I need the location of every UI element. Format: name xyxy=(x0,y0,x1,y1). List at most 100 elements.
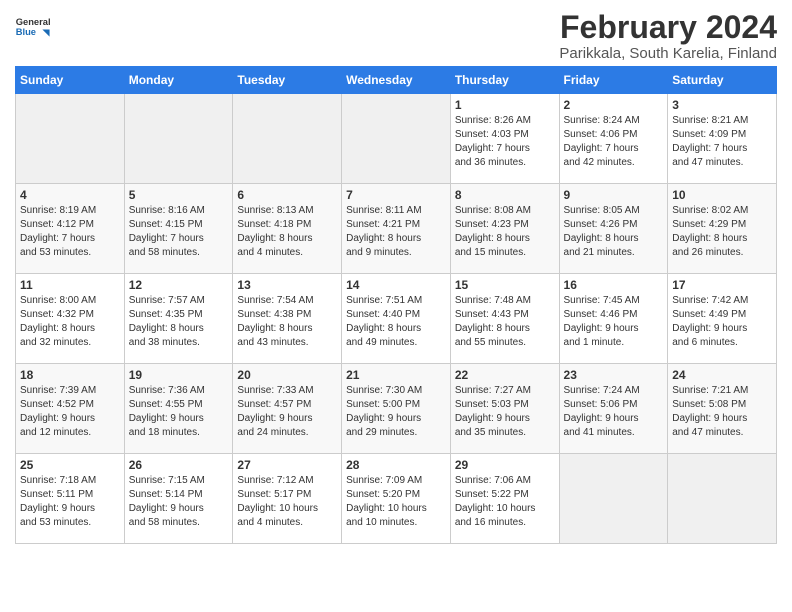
calendar-cell: 26Sunrise: 7:15 AM Sunset: 5:14 PM Dayli… xyxy=(124,454,233,544)
calendar-cell: 25 Sunrise: 7:18 AM Sunset: 5:11 PM Dayli… xyxy=(16,454,125,544)
calendar-cell: 7 Sunrise: 8:11 AM Sunset: 4:21 PM Daylig… xyxy=(342,184,451,274)
calendar-cell xyxy=(559,454,668,544)
day-info: Sunrise: 8:02 AM Sunset: 4:29 PM Dayligh… xyxy=(672,204,772,260)
day-info: Sunrise: 8:21 AM Sunset: 4:09 PM Dayligh… xyxy=(672,114,772,170)
day-number: 14 xyxy=(346,278,446,292)
calendar-cell: 5Sunrise: 8:16 AM Sunset: 4:15 PM Daylig… xyxy=(124,184,233,274)
weekday-header-cell: Monday xyxy=(124,67,233,94)
calendar-cell: 11 Sunrise: 8:00 AM Sunset: 4:32 PM Dayli… xyxy=(16,274,125,364)
calendar-cell: 6 Sunrise: 8:13 AM Sunset: 4:18 PM Daylig… xyxy=(233,184,342,274)
day-info: Sunrise: 7:12 AM Sunset: 5:17 PM Dayligh… xyxy=(237,474,337,530)
weekday-header-cell: Wednesday xyxy=(342,67,451,94)
day-info: Sunrise: 7:45 AM Sunset: 4:46 PM Dayligh… xyxy=(564,294,664,350)
day-number: 29 xyxy=(455,458,555,472)
day-number: 16 xyxy=(564,278,664,292)
day-info: Sunrise: 7:42 AM Sunset: 4:49 PM Dayligh… xyxy=(672,294,772,350)
day-info: Sunrise: 8:13 AM Sunset: 4:18 PM Dayligh… xyxy=(237,204,337,260)
calendar-cell: 19 Sunrise: 7:36 AM Sunset: 4:55 PM Dayli… xyxy=(124,364,233,454)
calendar-cell: 8 Sunrise: 8:08 AM Sunset: 4:23 PM Daylig… xyxy=(450,184,559,274)
weekday-header-cell: Friday xyxy=(559,67,668,94)
day-info: Sunrise: 7:21 AM Sunset: 5:08 PM Dayligh… xyxy=(672,384,772,440)
calendar-cell: 29 Sunrise: 7:06 AM Sunset: 5:22 PM Dayli… xyxy=(450,454,559,544)
day-number: 24 xyxy=(672,368,772,382)
day-info: Sunrise: 7:09 AM Sunset: 5:20 PM Dayligh… xyxy=(346,474,446,530)
day-info: Sunrise: 7:36 AM Sunset: 4:55 PM Dayligh… xyxy=(129,384,229,440)
calendar-body: 1 Sunrise: 8:26 AM Sunset: 4:03 PM Daylig… xyxy=(16,94,777,544)
page-header: General Blue February 2024 Parikkala, So… xyxy=(15,10,777,62)
calendar-week-row: 25 Sunrise: 7:18 AM Sunset: 5:11 PM Dayli… xyxy=(16,454,777,544)
day-number: 25 xyxy=(20,458,120,472)
month-year-title: February 2024 xyxy=(559,10,777,45)
calendar-cell xyxy=(342,94,451,184)
location-subtitle: Parikkala, South Karelia, Finland xyxy=(559,45,777,62)
day-number: 18 xyxy=(20,368,120,382)
svg-text:General: General xyxy=(16,17,51,27)
calendar-cell: 1 Sunrise: 8:26 AM Sunset: 4:03 PM Daylig… xyxy=(450,94,559,184)
calendar-cell: 16 Sunrise: 7:45 AM Sunset: 4:46 PM Dayli… xyxy=(559,274,668,364)
day-number: 21 xyxy=(346,368,446,382)
calendar-cell: 3 Sunrise: 8:21 AM Sunset: 4:09 PM Daylig… xyxy=(668,94,777,184)
calendar-cell: 24 Sunrise: 7:21 AM Sunset: 5:08 PM Dayli… xyxy=(668,364,777,454)
calendar-cell: 13 Sunrise: 7:54 AM Sunset: 4:38 PM Dayli… xyxy=(233,274,342,364)
day-info: Sunrise: 7:51 AM Sunset: 4:40 PM Dayligh… xyxy=(346,294,446,350)
day-info: Sunrise: 8:00 AM Sunset: 4:32 PM Dayligh… xyxy=(20,294,120,350)
day-info: Sunrise: 8:05 AM Sunset: 4:26 PM Dayligh… xyxy=(564,204,664,260)
weekday-header-row: SundayMondayTuesdayWednesdayThursdayFrid… xyxy=(16,67,777,94)
day-number: 27 xyxy=(237,458,337,472)
calendar-cell: 18 Sunrise: 7:39 AM Sunset: 4:52 PM Dayli… xyxy=(16,364,125,454)
day-info: Sunrise: 8:11 AM Sunset: 4:21 PM Dayligh… xyxy=(346,204,446,260)
calendar-cell: 15 Sunrise: 7:48 AM Sunset: 4:43 PM Dayli… xyxy=(450,274,559,364)
day-info: Sunrise: 7:27 AM Sunset: 5:03 PM Dayligh… xyxy=(455,384,555,440)
day-info: Sunrise: 7:18 AM Sunset: 5:11 PM Dayligh… xyxy=(20,474,120,530)
calendar-week-row: 4Sunrise: 8:19 AM Sunset: 4:12 PM Daylig… xyxy=(16,184,777,274)
calendar-table: SundayMondayTuesdayWednesdayThursdayFrid… xyxy=(15,66,777,544)
day-number: 23 xyxy=(564,368,664,382)
day-number: 13 xyxy=(237,278,337,292)
day-info: Sunrise: 8:26 AM Sunset: 4:03 PM Dayligh… xyxy=(455,114,555,170)
calendar-cell: 22 Sunrise: 7:27 AM Sunset: 5:03 PM Dayli… xyxy=(450,364,559,454)
day-info: Sunrise: 7:39 AM Sunset: 4:52 PM Dayligh… xyxy=(20,384,120,440)
day-info: Sunrise: 7:33 AM Sunset: 4:57 PM Dayligh… xyxy=(237,384,337,440)
calendar-cell xyxy=(668,454,777,544)
weekday-header-cell: Thursday xyxy=(450,67,559,94)
day-info: Sunrise: 7:06 AM Sunset: 5:22 PM Dayligh… xyxy=(455,474,555,530)
day-number: 11 xyxy=(20,278,120,292)
title-area: February 2024 Parikkala, South Karelia, … xyxy=(559,10,777,62)
day-number: 6 xyxy=(237,188,337,202)
day-info: Sunrise: 8:24 AM Sunset: 4:06 PM Dayligh… xyxy=(564,114,664,170)
day-number: 1 xyxy=(455,98,555,112)
calendar-cell: 9Sunrise: 8:05 AM Sunset: 4:26 PM Daylig… xyxy=(559,184,668,274)
logo-area: General Blue xyxy=(15,10,51,46)
day-info: Sunrise: 7:48 AM Sunset: 4:43 PM Dayligh… xyxy=(455,294,555,350)
calendar-cell: 17 Sunrise: 7:42 AM Sunset: 4:49 PM Dayli… xyxy=(668,274,777,364)
day-info: Sunrise: 7:54 AM Sunset: 4:38 PM Dayligh… xyxy=(237,294,337,350)
day-number: 17 xyxy=(672,278,772,292)
calendar-cell xyxy=(233,94,342,184)
weekday-header-cell: Tuesday xyxy=(233,67,342,94)
calendar-cell: 23 Sunrise: 7:24 AM Sunset: 5:06 PM Dayli… xyxy=(559,364,668,454)
calendar-week-row: 11 Sunrise: 8:00 AM Sunset: 4:32 PM Dayli… xyxy=(16,274,777,364)
day-number: 4 xyxy=(20,188,120,202)
day-number: 2 xyxy=(564,98,664,112)
day-number: 7 xyxy=(346,188,446,202)
svg-text:Blue: Blue xyxy=(16,27,36,37)
calendar-cell: 27 Sunrise: 7:12 AM Sunset: 5:17 PM Dayli… xyxy=(233,454,342,544)
day-number: 22 xyxy=(455,368,555,382)
calendar-cell: 14 Sunrise: 7:51 AM Sunset: 4:40 PM Dayli… xyxy=(342,274,451,364)
weekday-header-cell: Saturday xyxy=(668,67,777,94)
calendar-cell: 2 Sunrise: 8:24 AM Sunset: 4:06 PM Daylig… xyxy=(559,94,668,184)
weekday-header-cell: Sunday xyxy=(16,67,125,94)
day-info: Sunrise: 8:08 AM Sunset: 4:23 PM Dayligh… xyxy=(455,204,555,260)
calendar-cell: 10 Sunrise: 8:02 AM Sunset: 4:29 PM Dayli… xyxy=(668,184,777,274)
day-number: 5 xyxy=(129,188,229,202)
day-number: 3 xyxy=(672,98,772,112)
day-info: Sunrise: 7:30 AM Sunset: 5:00 PM Dayligh… xyxy=(346,384,446,440)
calendar-cell xyxy=(16,94,125,184)
day-number: 8 xyxy=(455,188,555,202)
day-number: 10 xyxy=(672,188,772,202)
day-number: 26 xyxy=(129,458,229,472)
day-info: Sunrise: 7:24 AM Sunset: 5:06 PM Dayligh… xyxy=(564,384,664,440)
calendar-cell: 28Sunrise: 7:09 AM Sunset: 5:20 PM Dayli… xyxy=(342,454,451,544)
day-number: 15 xyxy=(455,278,555,292)
day-number: 19 xyxy=(129,368,229,382)
